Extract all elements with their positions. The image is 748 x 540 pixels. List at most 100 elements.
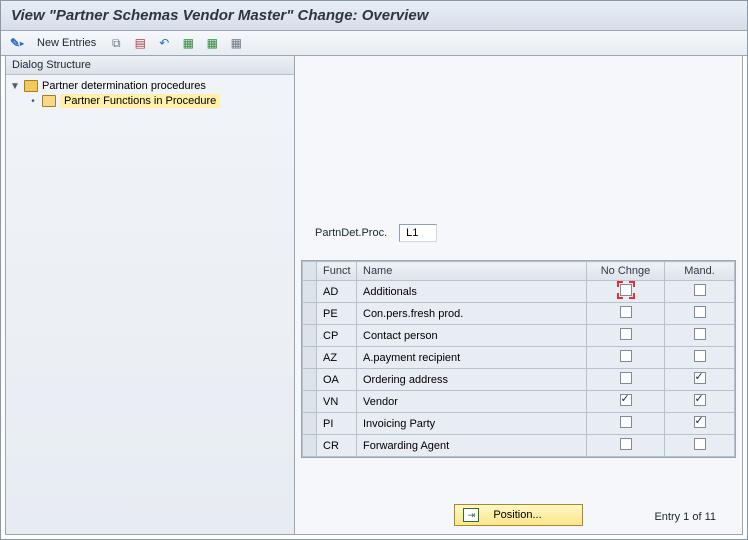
cell-funct[interactable]: PE [317,303,357,325]
new-entries-button[interactable]: New Entries [33,35,100,51]
cell-name[interactable]: Con.pers.fresh prod. [357,303,587,325]
row-selector[interactable] [303,391,317,413]
cell-name[interactable]: Forwarding Agent [357,435,587,457]
checkbox-icon[interactable] [694,416,706,428]
checkbox-icon[interactable] [620,416,632,428]
cell-name[interactable]: Contact person [357,325,587,347]
cell-name[interactable]: Ordering address [357,369,587,391]
cell-nochnge[interactable] [587,369,665,391]
tree-node-root[interactable]: ▼ Partner determination procedures [8,79,292,93]
cell-mand[interactable] [665,347,735,369]
checkbox-icon[interactable] [620,438,632,450]
partn-det-proc-input[interactable] [399,224,437,242]
table-row[interactable]: PIInvoicing Party [303,413,735,435]
row-selector[interactable] [303,325,317,347]
cell-nochnge[interactable] [587,281,665,303]
folder-open-icon [42,95,56,107]
row-selector[interactable] [303,281,317,303]
checkbox-icon[interactable] [620,328,632,340]
partn-det-proc-label: PartnDet.Proc. [315,227,387,239]
cell-funct[interactable]: AZ [317,347,357,369]
checkbox-icon[interactable] [620,306,632,318]
body-split: Dialog Structure ▼ Partner determination… [5,55,743,535]
position-button-label: Position... [493,509,541,521]
dialog-structure-header: Dialog Structure [6,56,294,75]
checkbox-icon[interactable] [620,372,632,384]
position-button[interactable]: ⇥ Position... [454,504,582,526]
cell-funct[interactable]: CR [317,435,357,457]
undo-icon[interactable]: ↶ [156,35,172,51]
checkbox-icon[interactable] [620,284,632,296]
delete-icon[interactable]: ▤ [132,35,148,51]
cell-funct[interactable]: PI [317,413,357,435]
grid-header-funct[interactable]: Funct [317,262,357,281]
row-selector[interactable] [303,347,317,369]
cell-funct[interactable]: VN [317,391,357,413]
table-row[interactable]: CRForwarding Agent [303,435,735,457]
cell-nochnge[interactable] [587,325,665,347]
select-icon[interactable]: ▦ [180,35,196,51]
cell-name[interactable]: Vendor [357,391,587,413]
table-row[interactable]: PECon.pers.fresh prod. [303,303,735,325]
title-bar: View "Partner Schemas Vendor Master" Cha… [1,1,747,31]
cell-mand[interactable] [665,325,735,347]
tree-node-label: Partner determination procedures [42,80,206,92]
checkbox-icon[interactable] [694,372,706,384]
cell-nochnge[interactable] [587,347,665,369]
position-icon: ⇥ [463,508,479,522]
table-row[interactable]: AZA.payment recipient [303,347,735,369]
cell-mand[interactable] [665,369,735,391]
cell-funct[interactable]: OA [317,369,357,391]
cell-name[interactable]: Invoicing Party [357,413,587,435]
table-row[interactable]: OAOrdering address [303,369,735,391]
checkbox-icon[interactable] [694,394,706,406]
checkbox-icon[interactable] [620,394,632,406]
grid-header-nochnge[interactable]: No Chnge [587,262,665,281]
toggle-display-change-icon[interactable]: ✎▸ [9,35,25,51]
table-row[interactable]: ADAdditionals [303,281,735,303]
cell-name[interactable]: A.payment recipient [357,347,587,369]
cell-funct[interactable]: CP [317,325,357,347]
grid-header-name[interactable]: Name [357,262,587,281]
partner-functions-grid: Funct Name No Chnge Mand. ADAdditionalsP… [301,260,736,458]
checkbox-icon[interactable] [694,284,706,296]
checkbox-icon[interactable] [694,350,706,362]
toolbar: ✎▸ New Entries ⧉ ▤ ↶ ▦ ▦ ▦ [1,31,747,56]
tree-node-label-selected: Partner Functions in Procedure [60,94,220,108]
cell-nochnge[interactable] [587,435,665,457]
checkbox-icon[interactable] [694,306,706,318]
grid-header-row: Funct Name No Chnge Mand. [303,262,735,281]
grid-header-mand[interactable]: Mand. [665,262,735,281]
select-all-icon[interactable]: ▦ [204,35,220,51]
row-selector[interactable] [303,303,317,325]
cell-mand[interactable] [665,435,735,457]
partn-det-proc-field: PartnDet.Proc. [315,224,437,242]
cell-mand[interactable] [665,281,735,303]
table-row[interactable]: CPContact person [303,325,735,347]
cell-nochnge[interactable] [587,413,665,435]
folder-closed-icon [24,80,38,92]
cell-mand[interactable] [665,391,735,413]
cell-funct[interactable]: AD [317,281,357,303]
table-row[interactable]: VNVendor [303,391,735,413]
tree-node-child[interactable]: • Partner Functions in Procedure [8,93,292,109]
cell-nochnge[interactable] [587,391,665,413]
deselect-all-icon[interactable]: ▦ [228,35,244,51]
cell-mand[interactable] [665,413,735,435]
checkbox-icon[interactable] [694,328,706,340]
row-selector[interactable] [303,435,317,457]
checkbox-icon[interactable] [694,438,706,450]
copy-as-icon[interactable]: ⧉ [108,35,124,51]
row-selector[interactable] [303,369,317,391]
checkbox-icon[interactable] [620,350,632,362]
page-title: View "Partner Schemas Vendor Master" Cha… [11,7,428,24]
main-pane: PartnDet.Proc. Funct Name No Chnge Mand. [295,55,743,535]
dialog-structure-pane: Dialog Structure ▼ Partner determination… [5,55,295,535]
cell-name[interactable]: Additionals [357,281,587,303]
tree-bullet-icon: • [28,96,38,107]
row-selector[interactable] [303,413,317,435]
tree-twisty-icon[interactable]: ▼ [10,81,20,92]
cell-mand[interactable] [665,303,735,325]
grid-select-header[interactable] [303,262,317,281]
cell-nochnge[interactable] [587,303,665,325]
